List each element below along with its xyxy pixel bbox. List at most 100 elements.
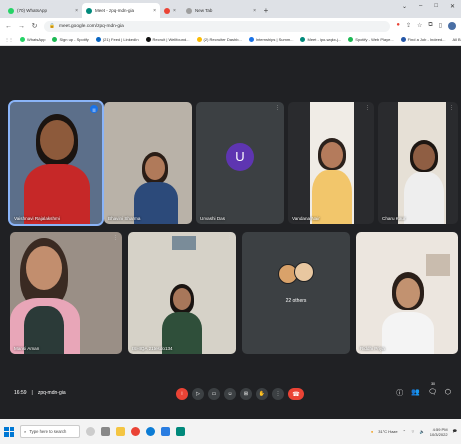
close-window-button[interactable]: ✕	[450, 3, 455, 10]
meet-taskbar-icon[interactable]	[176, 427, 185, 436]
profile-avatar[interactable]	[448, 22, 456, 30]
tray-chevron-icon[interactable]: ⌃	[403, 429, 406, 434]
share-icon[interactable]: ⇪	[406, 22, 411, 30]
weather-text[interactable]: 31°C Haze	[378, 429, 397, 434]
reload-icon[interactable]: ↻	[31, 22, 38, 30]
others-avatar	[294, 262, 314, 282]
bookmark-item[interactable]: WhatsApp	[20, 37, 45, 42]
tab-recording[interactable]: ×	[160, 3, 182, 18]
clock-time: 4:59 PM	[432, 426, 448, 432]
weather-icon: ●	[370, 429, 374, 434]
store-icon[interactable]	[161, 427, 170, 436]
close-icon[interactable]: ×	[153, 8, 156, 14]
participant-video	[10, 232, 122, 354]
call-controls: ⏽ ▷ ▭ ☺ ⊞ ✋ ⋮ ☎	[176, 388, 304, 400]
divider: |	[31, 390, 33, 396]
new-tab-button[interactable]: +	[260, 3, 272, 18]
meet-call-area: ||| Vaishnavi Rajalakshmi Bhavini Sharma…	[0, 46, 461, 419]
bookmark-item[interactable]: Find a Job - Indeed...	[400, 37, 446, 42]
camera-button[interactable]: ▷	[192, 388, 204, 400]
bookmark-label: Find a Job - Indeed...	[407, 37, 446, 42]
participant-tile[interactable]: ||| Vaishnavi Rajalakshmi	[8, 100, 104, 226]
more-options-icon[interactable]: ⋮	[275, 105, 280, 111]
url-text: meet.google.com/zpq-mdn-gia	[58, 23, 124, 29]
bookmark-favicon-icon	[248, 37, 254, 42]
more-options-icon[interactable]: ⋮	[113, 235, 118, 241]
all-bookmarks-link[interactable]: All Bookm	[452, 37, 461, 42]
tab-meet[interactable]: Meet - zpq-mdn-gia ×	[82, 3, 160, 18]
participant-tile[interactable]: ⋮ Vandana Nair	[288, 102, 374, 224]
close-icon[interactable]: ×	[173, 8, 176, 14]
tab-title: (70) WhatsApp	[17, 8, 48, 13]
bookmark-item[interactable]: Sign up - Spotify	[52, 37, 89, 42]
bookmark-item[interactable]: Spotify - Web Playe...	[348, 37, 394, 42]
participant-tile[interactable]: Bhavini Sharma	[104, 102, 192, 224]
bookmark-favicon-icon	[348, 37, 354, 42]
maximize-button[interactable]: □	[434, 3, 438, 10]
taskbar-search[interactable]: ⌕ Type here to search	[20, 425, 80, 438]
tab-new-tab[interactable]: New Tab ×	[182, 3, 260, 18]
close-icon[interactable]: ×	[75, 8, 78, 14]
bookmark-item[interactable]: (21) Feed | LinkedIn	[95, 37, 139, 42]
file-explorer-icon[interactable]	[116, 427, 125, 436]
bookmark-item[interactable]: Recruit | Wellfound...	[145, 37, 190, 42]
bookmark-label: (2) Recruiter Dashb...	[203, 37, 242, 42]
chat-icon[interactable]: 🗨	[428, 388, 437, 398]
star-icon[interactable]: ☆	[417, 22, 422, 30]
network-icon[interactable]: ⌔	[411, 429, 415, 435]
more-options-icon[interactable]: ⋮	[365, 105, 370, 111]
task-view-icon[interactable]	[101, 427, 110, 436]
leave-call-button[interactable]: ☎	[288, 388, 304, 400]
captions-button[interactable]: ▭	[208, 388, 220, 400]
participant-name: Vandana Nair	[292, 216, 320, 221]
minimize-button[interactable]: –	[419, 3, 422, 10]
others-tile[interactable]: 22 others	[242, 232, 350, 354]
participant-tile[interactable]: ⋮ Mansi Aman	[10, 232, 122, 354]
participant-video	[104, 102, 192, 224]
participant-tile[interactable]: U ⋮ Urvashi Das	[196, 102, 284, 224]
search-placeholder: Type here to search	[29, 429, 67, 434]
recording-indicator-icon[interactable]: ●	[396, 22, 400, 30]
window-controls: ⌄ – □ ✕	[402, 3, 455, 10]
tab-search-icon[interactable]: ⌄	[402, 3, 407, 10]
side-panel-icon[interactable]: ▯	[439, 22, 442, 30]
info-icon[interactable]: ⓘ	[396, 388, 403, 398]
participant-video	[398, 102, 446, 224]
mic-off-button[interactable]: ⏽	[176, 388, 188, 400]
raise-hand-button[interactable]: ✋	[256, 388, 268, 400]
tab-whatsapp[interactable]: (70) WhatsApp ×	[4, 3, 82, 18]
participant-tile[interactable]: ⋮ Charu Kaur	[378, 102, 458, 224]
more-options-icon[interactable]: ⋮	[227, 235, 232, 241]
present-button[interactable]: ⊞	[240, 388, 252, 400]
bookmark-item[interactable]: (2) Recruiter Dashb...	[196, 37, 242, 42]
participant-count-badge: 30	[431, 382, 435, 386]
clock[interactable]: 4:59 PM 10/3/2022	[430, 427, 448, 437]
back-icon[interactable]: ←	[5, 23, 12, 30]
address-bar-row: ← → ↻ 🔒 meet.google.com/zpq-mdn-gia ● ⇪ …	[0, 18, 461, 34]
bookmark-item[interactable]: Meet - ipo-wqkx-j...	[300, 37, 341, 42]
apps-icon[interactable]: ⋮⋮	[5, 37, 13, 42]
extensions-icon[interactable]: ⧉	[428, 22, 432, 30]
notifications-icon[interactable]: 🗩	[453, 428, 457, 435]
bookmark-item[interactable]: Internships | Summ...	[248, 37, 293, 42]
edge-icon[interactable]	[146, 427, 155, 436]
more-options-icon[interactable]: ⋮	[449, 105, 454, 111]
close-icon[interactable]: ×	[253, 8, 256, 14]
participant-tile[interactable]: ⋮ ISHIQA 21tesdo134	[128, 232, 236, 354]
participant-tile[interactable]: Riddhi Priya	[356, 232, 458, 354]
forward-icon[interactable]: →	[18, 23, 25, 30]
emoji-button[interactable]: ☺	[224, 388, 236, 400]
more-options-button[interactable]: ⋮	[272, 388, 284, 400]
people-icon[interactable]: 👥	[411, 388, 420, 398]
activities-icon[interactable]: ⬡	[445, 388, 451, 398]
bookmark-label: Spotify - Web Playe...	[355, 37, 394, 42]
participant-name: Urvashi Das	[200, 216, 226, 221]
whatsapp-icon	[8, 7, 14, 14]
participant-video	[310, 102, 354, 224]
address-bar[interactable]: 🔒 meet.google.com/zpq-mdn-gia	[44, 20, 391, 32]
chrome-icon[interactable]	[131, 427, 140, 436]
windows-start-icon[interactable]	[4, 426, 14, 437]
search-icon: ⌕	[24, 429, 27, 434]
cortana-icon[interactable]	[86, 427, 95, 436]
volume-icon[interactable]: 🔈	[420, 429, 425, 434]
